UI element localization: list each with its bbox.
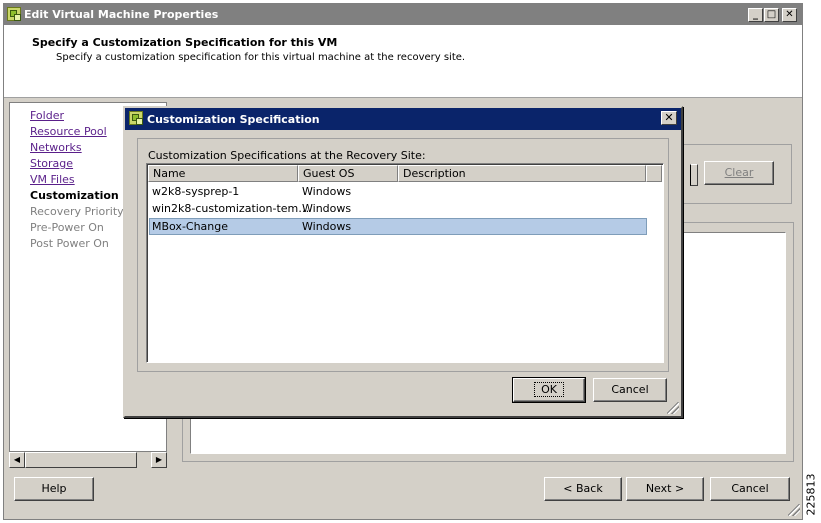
nav-item-resource-pool[interactable]: Resource Pool [30, 125, 107, 138]
maximize-button[interactable]: □ [764, 8, 779, 22]
column-header-guest-os[interactable]: Guest OS [298, 165, 398, 182]
row-guest-os: Windows [302, 185, 352, 198]
cancel-button[interactable]: Cancel [710, 477, 790, 501]
row-name: MBox-Change [152, 220, 229, 233]
ok-label: OK [534, 382, 564, 397]
dialog-title: Customization Specification [147, 113, 320, 126]
spec-list-label: Customization Specifications at the Reco… [148, 149, 426, 162]
column-header-name[interactable]: Name [148, 165, 298, 182]
row-guest-os: Windows [302, 220, 352, 233]
table-row-selected[interactable]: MBox-Change Windows [149, 218, 647, 235]
table-row[interactable]: win2k8-customization-tem… Windows [149, 201, 647, 218]
window-title-bar[interactable]: Edit Virtual Machine Properties _ □ ✕ [4, 4, 802, 25]
nav-horizontal-scrollbar[interactable]: ◀ ▶ [9, 452, 167, 468]
nav-item-storage[interactable]: Storage [30, 157, 73, 170]
window-title: Edit Virtual Machine Properties [24, 8, 219, 21]
row-guest-os: Windows [302, 202, 352, 215]
row-name: w2k8-sysprep-1 [152, 185, 240, 198]
scrollbar-thumb[interactable] [25, 452, 137, 468]
column-header-description[interactable]: Description [398, 165, 646, 182]
figure-id: 225813 [804, 473, 818, 516]
minimize-button[interactable]: _ [748, 8, 763, 22]
dialog-app-icon [129, 111, 143, 125]
dialog-cancel-button[interactable]: Cancel [593, 378, 667, 402]
clear-label: Clear [724, 166, 754, 179]
ok-button[interactable]: OK [512, 377, 586, 403]
nav-item-vm-files[interactable]: VM Files [30, 173, 75, 186]
nav-item-post-power-on: Post Power On [30, 237, 109, 250]
customization-spec-dialog: Customization Specification ✕ Customizat… [123, 106, 683, 418]
nav-item-recovery-priority: Recovery Priority [30, 205, 124, 218]
column-header-spacer [646, 165, 662, 182]
back-button[interactable]: < Back [544, 477, 622, 501]
dialog-close-button[interactable]: ✕ [661, 111, 677, 125]
nav-item-networks[interactable]: Networks [30, 141, 82, 154]
page-heading: Specify a Customization Specification fo… [32, 36, 338, 49]
nav-item-pre-power-on: Pre-Power On [30, 221, 104, 234]
spec-list-group: Customization Specifications at the Reco… [137, 138, 669, 372]
figure-id-watermark: 225813 [804, 470, 821, 520]
spec-list[interactable]: Name Guest OS Description w2k8-sysprep-1… [146, 163, 664, 363]
help-button[interactable]: Help [14, 477, 94, 501]
vsphere-app-icon [7, 7, 21, 21]
row-name: win2k8-customization-tem… [152, 202, 310, 215]
next-button[interactable]: Next > [626, 477, 704, 501]
page-subheading: Specify a customization specification fo… [56, 52, 466, 63]
nav-item-folder[interactable]: Folder [30, 109, 64, 122]
window-close-button[interactable]: ✕ [782, 8, 797, 22]
browse-button[interactable] [690, 164, 698, 186]
table-row[interactable]: w2k8-sysprep-1 Windows [149, 184, 647, 201]
dialog-resize-grip-icon[interactable] [667, 402, 679, 414]
scroll-right-arrow-icon[interactable]: ▶ [151, 452, 167, 468]
window-resize-grip-icon[interactable] [788, 504, 800, 516]
wizard-header: Specify a Customization Specification fo… [4, 25, 802, 98]
scroll-left-arrow-icon[interactable]: ◀ [9, 452, 25, 468]
clear-button: Clear [704, 161, 774, 185]
dialog-title-bar[interactable]: Customization Specification ✕ [125, 108, 681, 130]
